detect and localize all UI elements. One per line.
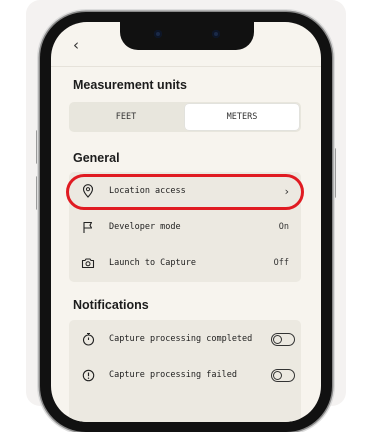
developer-mode-row[interactable]: Developer mode On bbox=[69, 209, 301, 245]
toggle-knob bbox=[273, 370, 282, 380]
general-title: General bbox=[73, 151, 120, 165]
developer-mode-value: On bbox=[278, 222, 289, 232]
back-button[interactable]: ‹ bbox=[73, 36, 79, 54]
camera-icon bbox=[81, 256, 95, 270]
measurement-units-segmented-control: FEET METERS bbox=[69, 102, 301, 132]
camera-right-icon bbox=[212, 30, 220, 38]
launch-to-capture-value: Off bbox=[273, 258, 289, 268]
stopwatch-icon bbox=[81, 332, 95, 346]
notch bbox=[120, 22, 254, 50]
feet-option[interactable]: FEET bbox=[69, 102, 183, 132]
notifications-title: Notifications bbox=[73, 298, 149, 312]
capture-processing-completed-label: Capture processing completed bbox=[109, 334, 253, 344]
capture-failed-toggle[interactable] bbox=[271, 368, 295, 382]
capture-processing-completed-row[interactable]: Capture processing completed bbox=[69, 321, 301, 357]
phone-side-button-left-2 bbox=[36, 176, 39, 210]
location-access-highlight bbox=[66, 174, 304, 210]
phone-side-button-left bbox=[36, 130, 39, 164]
phone-screen: ‹ Measurement units FEET METERS General … bbox=[51, 22, 321, 422]
meters-option[interactable]: METERS bbox=[185, 104, 299, 130]
phone-side-button-right bbox=[333, 148, 336, 198]
flag-icon bbox=[81, 220, 95, 234]
launch-to-capture-row[interactable]: Launch to Capture Off bbox=[69, 245, 301, 281]
measurement-units-title: Measurement units bbox=[73, 78, 187, 92]
developer-mode-label: Developer mode bbox=[109, 222, 181, 232]
capture-processing-failed-row[interactable]: Capture processing failed bbox=[69, 357, 301, 393]
launch-to-capture-label: Launch to Capture bbox=[109, 258, 196, 268]
toggle-knob bbox=[273, 334, 282, 344]
capture-processing-failed-label: Capture processing failed bbox=[109, 370, 237, 380]
header-divider bbox=[51, 66, 321, 67]
alert-circle-icon bbox=[81, 368, 95, 382]
camera-left-icon bbox=[154, 30, 162, 38]
notifications-group: Capture processing completed Capture pro… bbox=[69, 320, 301, 422]
chevron-left-icon: ‹ bbox=[73, 36, 79, 54]
capture-completed-toggle[interactable] bbox=[271, 332, 295, 346]
